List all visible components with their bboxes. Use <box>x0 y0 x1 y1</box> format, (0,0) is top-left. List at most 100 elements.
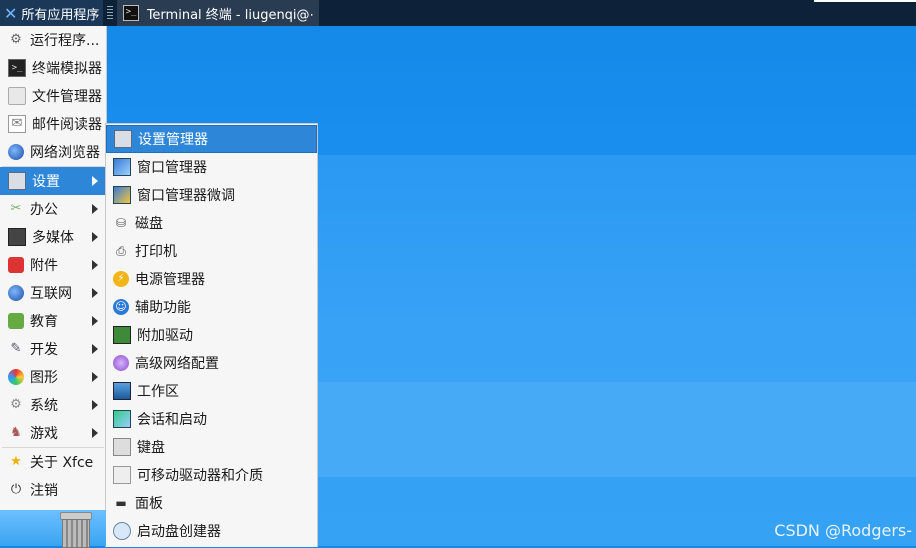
menu-item-terminal[interactable]: >_ 终端模拟器 <box>0 54 106 82</box>
menu-item-label: 办公 <box>30 202 58 218</box>
menu-item-label: 游戏 <box>30 426 58 442</box>
taskbar-terminal-button[interactable]: >_ Terminal 终端 - liugenqi@⋯ <box>117 0 320 26</box>
menu-item-graphics[interactable]: 图形 <box>0 363 106 391</box>
submenu-item-label: 设置管理器 <box>138 132 208 148</box>
panel-separator <box>107 6 114 20</box>
menu-item-label: 开发 <box>30 342 58 358</box>
menu-item-multimedia[interactable]: 多媒体 <box>0 223 106 251</box>
development-icon: ✎ <box>10 341 22 356</box>
submenu-arrow-icon <box>92 344 98 354</box>
applications-menu-label: 所有应用程序 <box>21 7 100 23</box>
submenu-item-disks[interactable]: ⛁ 磁盘 <box>106 209 317 237</box>
submenu-item-power-manager[interactable]: ⚡ 电源管理器 <box>106 265 317 293</box>
submenu-item-accessibility[interactable]: ☺ 辅助功能 <box>106 293 317 321</box>
settings-manager-icon <box>114 130 132 148</box>
star-icon: ★ <box>10 454 22 469</box>
submenu-item-label: 打印机 <box>135 244 177 260</box>
session-icon <box>113 410 131 428</box>
system-icon: ⚙ <box>10 397 22 412</box>
taskbar-terminal-label: Terminal 终端 - liugenqi@⋯ <box>146 7 314 23</box>
mail-icon: ✉ <box>8 115 26 133</box>
submenu-item-label: 窗口管理器微调 <box>137 188 235 204</box>
menu-item-office[interactable]: ✂ 办公 <box>0 195 106 223</box>
menu-item-label: 系统 <box>30 398 58 414</box>
menu-item-education[interactable]: 教育 <box>0 307 106 335</box>
power-manager-icon: ⚡ <box>113 271 129 287</box>
desktop-band <box>317 382 916 477</box>
submenu-arrow-icon <box>92 204 98 214</box>
submenu-item-window-manager[interactable]: 窗口管理器 <box>106 153 317 181</box>
workspace-icon <box>113 382 131 400</box>
menu-item-label: 互联网 <box>30 286 72 302</box>
submenu-item-workspaces[interactable]: 工作区 <box>106 377 317 405</box>
globe-icon <box>8 144 24 160</box>
submenu-item-label: 辅助功能 <box>135 300 191 316</box>
menu-item-label: 关于 Xfce <box>30 455 94 471</box>
settings-icon <box>8 172 26 190</box>
desktop-band <box>317 155 916 382</box>
network-icon <box>113 355 129 371</box>
menu-item-accessories[interactable]: 附件 <box>0 251 106 279</box>
submenu-item-session-startup[interactable]: 会话和启动 <box>106 405 317 433</box>
submenu-item-label: 工作区 <box>137 384 179 400</box>
gears-icon: ⚙ <box>10 32 22 47</box>
menu-item-label: 注销 <box>30 483 58 499</box>
terminal-icon: >_ <box>8 59 26 77</box>
menu-item-settings[interactable]: 设置 <box>0 167 106 195</box>
menu-item-label: 教育 <box>30 314 58 330</box>
trash-icon[interactable] <box>58 512 92 548</box>
menu-item-run-program[interactable]: ⚙ 运行程序... <box>0 26 106 54</box>
top-panel: ✕ 所有应用程序 >_ Terminal 终端 - liugenqi@⋯ <box>0 0 916 26</box>
applications-menu-button[interactable]: ✕ 所有应用程序 <box>0 0 104 26</box>
submenu-arrow-icon <box>92 316 98 326</box>
removable-drive-icon <box>113 466 131 484</box>
watermark: CSDN @Rodgers- <box>774 521 912 540</box>
menu-item-development[interactable]: ✎ 开发 <box>0 335 106 363</box>
submenu-item-label: 启动盘创建器 <box>137 524 221 540</box>
driver-icon <box>113 326 131 344</box>
multimedia-icon <box>8 228 26 246</box>
menu-item-logout[interactable]: ⏻ 注销 <box>0 476 106 504</box>
menu-item-internet[interactable]: 互联网 <box>0 279 106 307</box>
submenu-item-panel[interactable]: ▬ 面板 <box>106 489 317 517</box>
submenu-item-label: 电源管理器 <box>135 272 205 288</box>
submenu-item-additional-drivers[interactable]: 附加驱动 <box>106 321 317 349</box>
settings-submenu: 设置管理器 窗口管理器 窗口管理器微调 ⛁ 磁盘 ⎙ 打印机 ⚡ 电源管理器 ☺… <box>105 123 318 547</box>
panel-icon: ▬ <box>115 496 127 510</box>
submenu-item-advanced-network[interactable]: 高级网络配置 <box>106 349 317 377</box>
submenu-item-window-manager-tweaks[interactable]: 窗口管理器微调 <box>106 181 317 209</box>
menu-item-label: 邮件阅读器 <box>32 117 102 133</box>
graphics-icon <box>8 369 24 385</box>
submenu-item-label: 会话和启动 <box>137 412 207 428</box>
menu-item-label: 附件 <box>30 258 58 274</box>
submenu-item-settings-manager[interactable]: 设置管理器 <box>106 125 317 153</box>
trash-body <box>62 519 90 548</box>
menu-item-games[interactable]: ♞ 游戏 <box>0 419 106 447</box>
menu-item-web-browser[interactable]: 网络浏览器 <box>0 138 106 166</box>
menu-item-label: 网络浏览器 <box>30 145 100 161</box>
submenu-item-printers[interactable]: ⎙ 打印机 <box>106 237 317 265</box>
submenu-item-label: 窗口管理器 <box>137 160 207 176</box>
window-manager-icon <box>113 158 131 176</box>
terminal-icon: >_ <box>123 5 139 21</box>
games-icon: ♞ <box>10 425 22 440</box>
accessibility-icon: ☺ <box>113 299 129 315</box>
menu-item-about-xfce[interactable]: ★ 关于 Xfce <box>0 448 106 476</box>
submenu-item-keyboard[interactable]: 键盘 <box>106 433 317 461</box>
submenu-arrow-icon <box>92 400 98 410</box>
submenu-item-removable-drives[interactable]: 可移动驱动器和介质 <box>106 461 317 489</box>
education-icon <box>8 313 24 329</box>
submenu-arrow-icon <box>92 232 98 242</box>
folder-icon <box>8 87 26 105</box>
menu-item-file-manager[interactable]: 文件管理器 <box>0 82 106 110</box>
printer-icon: ⎙ <box>116 244 126 258</box>
window-manager-tweaks-icon <box>113 186 131 204</box>
menu-item-system[interactable]: ⚙ 系统 <box>0 391 106 419</box>
submenu-item-label: 高级网络配置 <box>135 356 219 372</box>
menu-item-label: 图形 <box>30 370 58 386</box>
submenu-item-startup-disk-creator[interactable]: 启动盘创建器 <box>106 517 317 545</box>
menu-item-mail-reader[interactable]: ✉ 邮件阅读器 <box>0 110 106 138</box>
menu-item-label: 文件管理器 <box>32 89 102 105</box>
menu-item-label: 终端模拟器 <box>32 61 102 77</box>
internet-icon <box>8 285 24 301</box>
